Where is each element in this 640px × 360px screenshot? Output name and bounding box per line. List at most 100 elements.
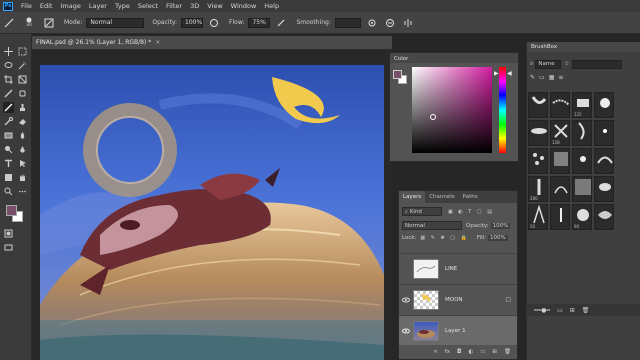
trash-icon[interactable]: 🗑 [504,349,511,355]
brush-tile[interactable] [550,148,570,174]
brush-tile[interactable] [528,92,548,118]
link-icon[interactable]: ∞ [433,349,438,355]
mask-icon[interactable]: ◘ [457,349,461,355]
brush-tile[interactable]: 128 [550,120,570,146]
smoothing-options-icon[interactable] [366,17,378,29]
screen-mode-icon[interactable] [3,242,14,253]
pressure-opacity-icon[interactable] [208,17,220,29]
layer-opacity-value[interactable]: 100% [490,222,511,229]
hue-slider[interactable] [499,67,506,153]
eraser-tool-icon[interactable] [17,116,28,127]
tab-layers[interactable]: Layers [399,191,426,203]
brush-tile[interactable]: 50 [528,204,548,230]
fill-value[interactable]: 100% [488,235,508,241]
color-picker-field[interactable] [412,67,492,153]
list-view-icon[interactable]: ≡ [558,74,563,86]
frame-tool-icon[interactable] [17,74,28,85]
size-slider-icon[interactable]: ━━●━ [534,307,550,314]
brush-preset-picker[interactable]: 30 [21,17,37,29]
move-tool-icon[interactable] [3,46,14,57]
menu-window[interactable]: Window [227,2,261,10]
brush-tile[interactable] [594,92,614,118]
clone-stamp-tool-icon[interactable] [17,102,28,113]
brush-tile[interactable]: 125 [572,92,592,118]
brush-tile[interactable] [594,120,614,146]
menu-filter[interactable]: Filter [162,2,186,10]
brush-tile[interactable] [528,120,548,146]
healing-brush-tool-icon[interactable] [17,88,28,99]
symmetry-icon[interactable] [402,17,414,29]
menu-layer[interactable]: Layer [85,2,111,10]
mode-select[interactable]: Normal [86,17,145,28]
tab-paths[interactable]: Paths [459,191,482,203]
path-selection-tool-icon[interactable] [17,158,28,169]
brush-settings-icon[interactable] [43,17,55,29]
blend-mode-select[interactable]: Normal [402,221,462,230]
brush-tile[interactable] [550,92,570,118]
search-icon[interactable]: ⌕ [530,60,533,68]
menu-image[interactable]: Image [56,2,84,10]
menu-3d[interactable]: 3D [186,2,203,10]
fx-icon[interactable]: fx [445,349,450,355]
brushbox-search-input[interactable] [572,59,623,69]
menu-select[interactable]: Select [134,2,162,10]
brush-icon[interactable]: ✎ [530,74,535,86]
brush-tile[interactable]: 90 [572,204,592,230]
brush-tile[interactable] [572,176,592,202]
blur-tool-icon[interactable] [17,130,28,141]
brush-tile[interactable] [572,120,592,146]
add-brush-icon[interactable]: ⊞ [570,307,575,314]
pen-tool-icon[interactable] [17,144,28,155]
brush-tool-icon[interactable] [3,17,15,29]
artwork-canvas[interactable] [40,65,384,360]
more-tools-icon[interactable] [17,186,28,197]
menu-file[interactable]: File [17,2,36,10]
zoom-tool-icon[interactable] [3,186,14,197]
menu-help[interactable]: Help [260,2,283,10]
folder-icon[interactable]: ▭ [539,74,545,86]
magic-wand-tool-icon[interactable] [17,60,28,71]
visibility-icon[interactable] [399,328,413,334]
dodge-tool-icon[interactable] [3,144,14,155]
brush-tile[interactable] [550,176,570,202]
lock-icons[interactable]: ▦ ✎ ✥ ▢ 🔒 [420,235,468,241]
menu-type[interactable]: Type [111,2,134,10]
opacity-field[interactable]: 100% [181,17,204,28]
history-brush-tool-icon[interactable] [3,116,14,127]
layer-row-line[interactable]: LINE [399,253,517,283]
layer-row-layer1[interactable]: Layer 1 [399,315,517,345]
marquee-tool-icon[interactable] [17,46,28,57]
document-tab[interactable]: FINAL.psd @ 26.1% (Layer 1, RGB/8) * × [32,36,392,50]
color-panel-foreground-swatch[interactable] [393,70,402,79]
adjustment-icon[interactable]: ◐ [468,349,473,355]
favorite-star-icon[interactable]: ☆ [564,61,569,67]
color-picker-cursor[interactable] [430,114,436,120]
brushbox-name-filter[interactable]: Name [535,59,562,69]
layer-filter-icons[interactable]: ▣ ◐ T ▢ ▤ [448,209,494,215]
layer-row-moon[interactable]: MOON ▢ [399,284,517,314]
brush-tile[interactable] [594,148,614,174]
menu-view[interactable]: View [203,2,226,10]
airbrush-icon[interactable] [275,17,287,29]
eyedropper-tool-icon[interactable] [3,88,14,99]
delete-brush-icon[interactable]: 🗑 [582,307,590,314]
shape-tool-icon[interactable] [3,172,14,183]
brush-tile[interactable]: 280 [528,176,548,202]
hue-slider-arrow-right-icon[interactable]: ◀ [507,70,512,77]
flow-field[interactable]: 75% [248,17,271,28]
pressure-size-icon[interactable] [384,17,396,29]
hand-tool-icon[interactable] [17,172,28,183]
visibility-icon[interactable] [399,297,413,303]
hue-slider-arrow-icon[interactable]: ▶ [494,70,499,77]
smoothing-field[interactable] [334,17,361,28]
brush-tile[interactable] [528,148,548,174]
brush-tile[interactable] [594,176,614,202]
close-document-icon[interactable]: × [155,39,160,46]
layer-filter-select[interactable]: ⌕ Kind [402,207,442,216]
new-layer-icon[interactable]: ⊞ [492,349,497,355]
gradient-tool-icon[interactable] [3,130,14,141]
foreground-color-swatch[interactable] [6,205,17,216]
tab-channels[interactable]: Channels [425,191,458,203]
type-tool-icon[interactable] [3,158,14,169]
quick-mask-icon[interactable] [3,228,14,239]
